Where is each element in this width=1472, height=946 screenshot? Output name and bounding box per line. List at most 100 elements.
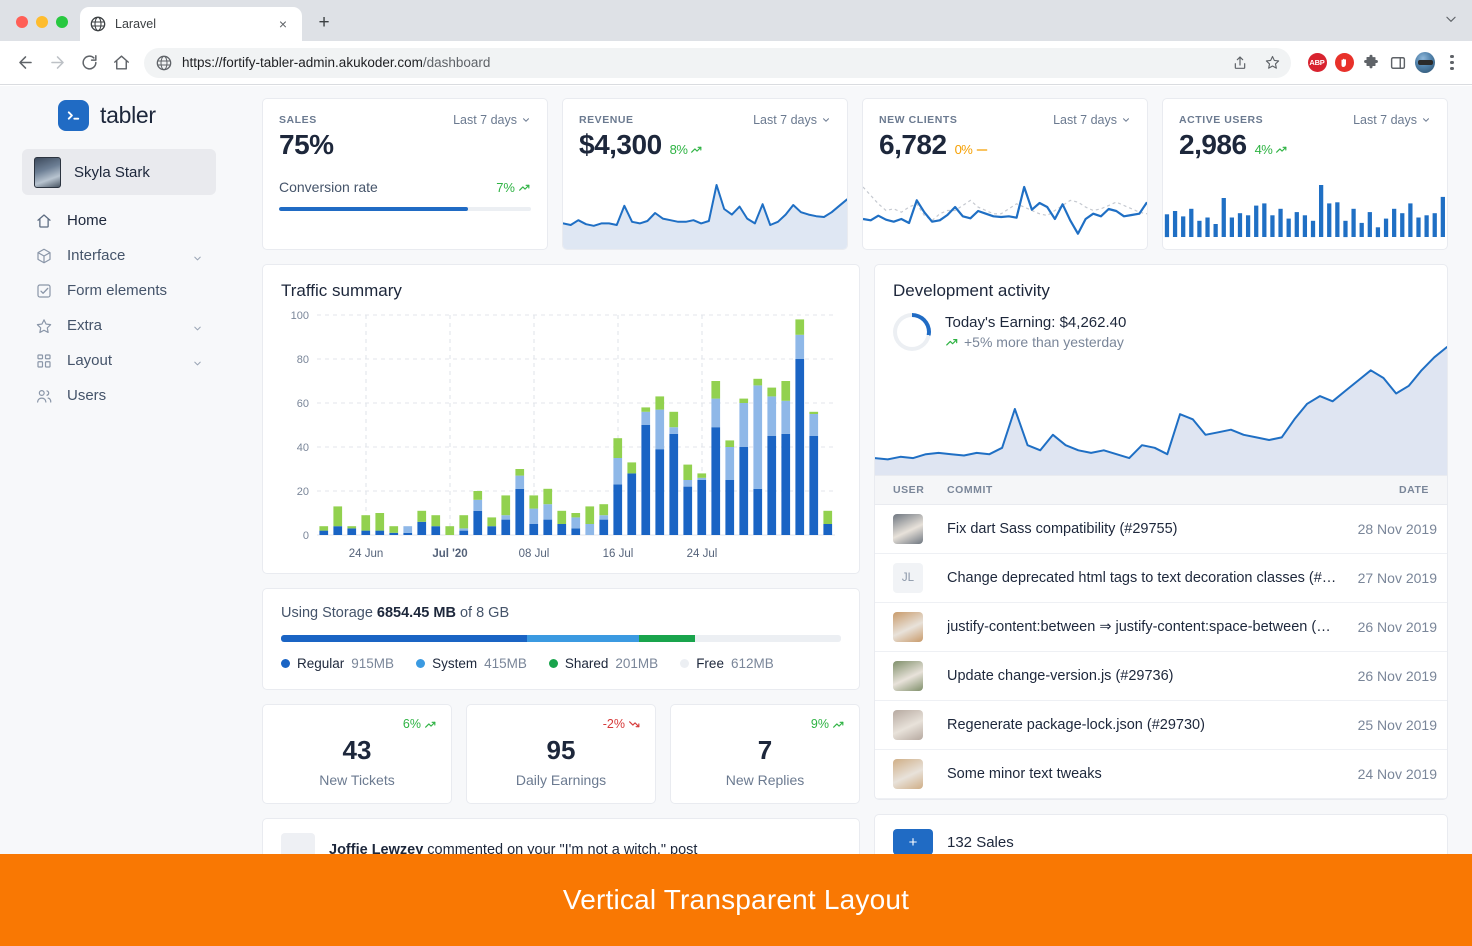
back-icon[interactable] (10, 48, 40, 78)
url-host: https://fortify-tabler-admin.akukoder.co… (182, 55, 423, 70)
stat-card-new-clients: NEW CLIENTS Last 7 days 6,782 0% (862, 98, 1148, 250)
cell-commit: Some minor text tweaks (937, 749, 1348, 799)
delta-value: 6% (402, 717, 421, 731)
stat-card-delta: 0% (955, 142, 990, 157)
table-row[interactable]: justify-content:between ⇒ justify-conten… (875, 602, 1447, 652)
legend-name: Shared (564, 656, 609, 671)
puzzle-icon[interactable] (1361, 53, 1381, 73)
conversion-progress-bar (279, 207, 531, 211)
svg-text:100: 100 (291, 310, 309, 322)
cell-user (875, 700, 937, 750)
stat-card-row: SALES Last 7 days 75% Conversion rate 7% (262, 98, 1448, 250)
table-row[interactable]: Fix dart Sass compatibility (#29755) 28 N… (875, 504, 1447, 554)
date-range-dropdown[interactable]: Last 7 days (753, 113, 831, 127)
brand[interactable]: tabler (0, 86, 238, 131)
svg-text:24 Jun: 24 Jun (349, 548, 384, 560)
reload-icon[interactable] (74, 48, 104, 78)
svg-text:16 Jul: 16 Jul (603, 548, 634, 560)
extension-icons: ABP (1299, 52, 1462, 73)
date-range-dropdown[interactable]: Last 7 days (1053, 113, 1131, 127)
card-title: Traffic summary (281, 281, 402, 300)
side-panel-icon[interactable] (1388, 53, 1408, 73)
storage-bar (281, 635, 841, 642)
chevron-down-icon (192, 321, 202, 331)
mini-card-delta: 9% (811, 717, 845, 731)
sidebar-item-layout[interactable]: Layout (22, 343, 216, 378)
address-bar[interactable]: https://fortify-tabler-admin.akukoder.co… (144, 47, 1291, 78)
checkbox-icon (34, 281, 53, 300)
storage-segment (639, 635, 696, 642)
table-row[interactable]: Regenerate package-lock.json (#29730) 25 … (875, 700, 1447, 750)
forward-icon[interactable] (42, 48, 72, 78)
delta-value: 4% (1254, 142, 1273, 157)
trend-flat-icon (977, 148, 988, 151)
window-controls[interactable] (10, 16, 80, 41)
stat-card-delta: 4% (1255, 142, 1289, 157)
sidebar-item-extra[interactable]: Extra (22, 308, 216, 343)
legend-dot (680, 659, 690, 668)
stat-card-value: 2,986 (1179, 129, 1247, 160)
cell-user (875, 749, 937, 799)
stat-card-value: 75% (279, 129, 334, 160)
stat-card-delta: 8% (670, 142, 704, 157)
date-range-dropdown[interactable]: Last 7 days (1353, 113, 1431, 127)
svg-text:40: 40 (297, 442, 309, 454)
storage-prefix: Using Storage (281, 605, 373, 621)
mini-card-row: 6% 43 New Tickets -2% 95 Daily Earnings … (262, 704, 860, 804)
sidebar-item-interface[interactable]: Interface (22, 238, 216, 273)
storage-card: Using Storage 6854.45 MB of 8 GB Regular… (262, 588, 860, 690)
minimize-window-button[interactable] (36, 16, 48, 28)
date-range-dropdown[interactable]: Last 7 days (453, 113, 531, 127)
storage-suffix: of 8 GB (459, 605, 510, 621)
layout-grid-icon (34, 351, 53, 370)
avatar (34, 156, 61, 188)
mini-card-daily-earnings: -2% 95 Daily Earnings (466, 704, 656, 804)
new-tab-button[interactable]: + (310, 9, 338, 37)
close-window-button[interactable] (16, 16, 28, 28)
legend-value: 915MB (351, 656, 395, 671)
sidebar-user[interactable]: Skyla Stark (22, 149, 216, 195)
stat-card-value: 6,782 (879, 129, 947, 160)
sidebar-item-users[interactable]: Users (22, 378, 216, 413)
sidebar-user-name: Skyla Stark (74, 163, 150, 181)
stat-card-label: NEW CLIENTS (879, 114, 958, 126)
table-row[interactable]: Some minor text tweaks 24 Nov 2019 (875, 749, 1447, 799)
cell-user: JL (875, 553, 937, 603)
storage-legend: Regular 915MB System 415MB Shared 201MB Free 61… (281, 656, 841, 671)
dashboard-content: SALES Last 7 days 75% Conversion rate 7% (238, 86, 1472, 946)
cell-date: 28 Nov 2019 (1347, 504, 1447, 554)
bookmark-star-icon[interactable] (1257, 48, 1287, 78)
profile-avatar[interactable] (1415, 52, 1435, 73)
legend-name: System (432, 656, 478, 671)
kebab-menu-icon[interactable] (1442, 53, 1462, 73)
table-row[interactable]: JL Change deprecated html tags to text de… (875, 553, 1447, 603)
home-icon (34, 211, 53, 230)
col-date: DATE (1347, 475, 1447, 505)
abp-icon[interactable]: ABP (1307, 53, 1327, 73)
tab-list-chevron-icon[interactable] (1444, 12, 1472, 41)
users-icon (34, 386, 53, 405)
browser-tab[interactable]: Laravel × (80, 7, 302, 41)
sidebar-item-label: Extra (67, 317, 103, 334)
left-column: Traffic summary 0 20 40 60 80 100 24 Jun Jul '2… (262, 264, 860, 882)
url-text: https://fortify-tabler-admin.akukoder.co… (182, 55, 490, 70)
table-row[interactable]: Update change-version.js (#29736) 26 Nov … (875, 651, 1447, 701)
close-tab-button[interactable]: × (274, 15, 292, 33)
stop-hand-icon[interactable] (1334, 53, 1354, 73)
home-icon[interactable] (106, 48, 136, 78)
site-globe-icon (156, 55, 172, 71)
mini-card-title: New Tickets (319, 772, 395, 788)
trend-up-icon (833, 721, 844, 728)
caption-text: Vertical Transparent Layout (562, 884, 910, 915)
conversion-rate-label: Conversion rate (279, 179, 378, 195)
date-range-label: Last 7 days (1053, 113, 1117, 127)
cell-user (875, 602, 937, 652)
share-icon[interactable] (1225, 48, 1255, 78)
globe-icon (90, 16, 106, 32)
sidebar-item-home[interactable]: Home (22, 203, 216, 238)
col-commit: COMMIT (937, 475, 1348, 505)
commits-table: USER COMMIT DATE Fix dart Sass compatibi… (875, 475, 1447, 799)
maximize-window-button[interactable] (56, 16, 68, 28)
sidebar-item-form-elements[interactable]: Form elements (22, 273, 216, 308)
delta-value: 8% (669, 142, 688, 157)
